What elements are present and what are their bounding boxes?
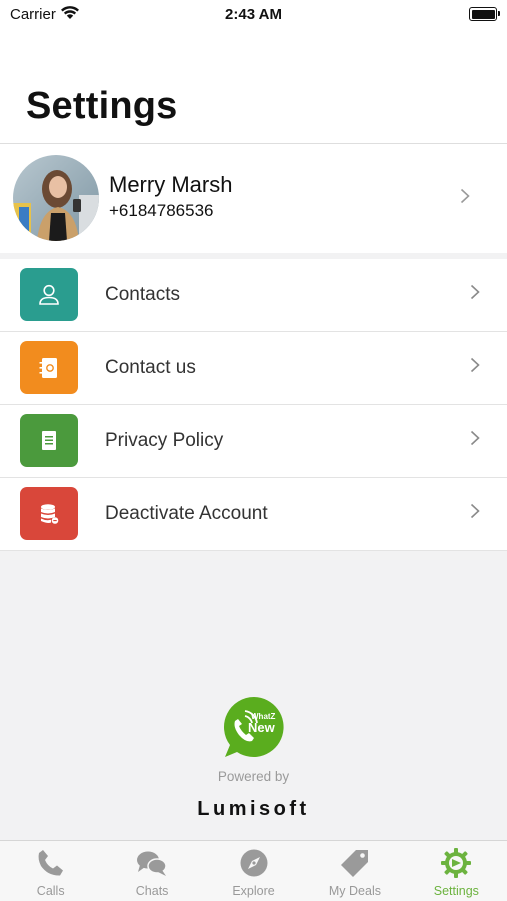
tab-label: Settings: [433, 884, 479, 898]
profile-phone: +6184786536: [109, 201, 214, 220]
tab-bar: Calls Chats Explore My Deals Settings: [0, 840, 507, 901]
tab-chats[interactable]: Chats: [101, 841, 202, 901]
gear-icon: [441, 848, 472, 878]
chat-bubbles-icon: [137, 851, 167, 876]
chevron-right-icon: [460, 188, 470, 204]
profile-row[interactable]: Merry Marsh +6184786536: [0, 144, 507, 253]
person-icon: [20, 268, 78, 321]
page-title: Settings: [26, 85, 178, 127]
chevron-right-icon: [470, 503, 480, 519]
menu-item-privacy-policy[interactable]: Privacy Policy: [0, 405, 507, 478]
menu-item-contact-us[interactable]: Contact us: [0, 332, 507, 405]
phone-icon: [38, 850, 63, 876]
avatar: [13, 155, 99, 241]
tab-label: Chats: [135, 884, 169, 898]
database-remove-icon: [20, 487, 78, 540]
menu-label: Privacy Policy: [105, 430, 224, 451]
menu-item-contacts[interactable]: Contacts: [0, 259, 507, 332]
app-logo: WhatZ New: [224, 697, 284, 757]
status-bar: Carrier 2:43 AM: [0, 0, 507, 30]
chevron-right-icon: [470, 430, 480, 446]
status-time: 2:43 AM: [225, 6, 282, 23]
tab-label: My Deals: [328, 884, 381, 898]
compass-icon: [240, 849, 268, 877]
chevron-right-icon: [470, 357, 480, 373]
battery-icon: [469, 7, 500, 21]
tag-icon: [340, 850, 368, 877]
tab-explore[interactable]: Explore: [203, 841, 304, 901]
page-header: Settings: [0, 30, 507, 144]
tab-my-deals[interactable]: My Deals: [304, 841, 405, 901]
menu-label: Deactivate Account: [105, 503, 268, 524]
settings-menu: Contacts Contact us Privacy Policy Deact…: [0, 259, 507, 551]
tab-settings[interactable]: Settings: [406, 841, 507, 901]
menu-label: Contact us: [105, 357, 196, 378]
tab-label: Calls: [36, 884, 65, 898]
tab-calls[interactable]: Calls: [0, 841, 101, 901]
profile-name: Merry Marsh: [109, 172, 233, 197]
logo-text-line2: New: [248, 720, 276, 735]
document-icon: [20, 414, 78, 467]
company-name: Lumisoft: [197, 798, 310, 820]
chevron-right-icon: [470, 284, 480, 300]
address-book-icon: [20, 341, 78, 394]
menu-item-deactivate-account[interactable]: Deactivate Account: [0, 478, 507, 551]
tab-label: Explore: [232, 884, 275, 898]
menu-label: Contacts: [105, 284, 180, 305]
powered-by-label: Powered by: [217, 769, 290, 784]
